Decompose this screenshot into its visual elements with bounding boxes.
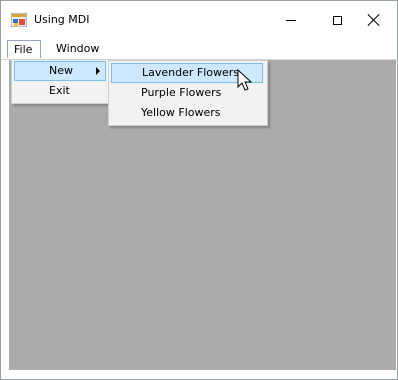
menu-file[interactable]: File bbox=[7, 40, 41, 58]
window-title: Using MDI bbox=[34, 13, 90, 26]
mouse-pointer-icon bbox=[237, 69, 253, 91]
menu-item-yellow-flowers[interactable]: Yellow Flowers bbox=[111, 103, 263, 123]
close-button[interactable] bbox=[351, 1, 397, 39]
close-icon bbox=[368, 14, 380, 26]
submenu-arrow-icon bbox=[96, 67, 100, 75]
menu-item-exit[interactable]: Exit bbox=[14, 81, 106, 101]
menu-bar: File Window bbox=[1, 39, 397, 60]
app-window: Using MDI File Window bbox=[0, 0, 398, 380]
menu-item-new[interactable]: New bbox=[14, 61, 106, 81]
title-bar[interactable]: Using MDI bbox=[1, 1, 397, 39]
file-dropdown-menu: New Exit bbox=[11, 59, 111, 104]
minimize-icon bbox=[286, 19, 296, 21]
application-icon bbox=[11, 13, 27, 27]
minimize-button[interactable] bbox=[268, 1, 314, 39]
menu-item-new-label: New bbox=[49, 64, 73, 77]
maximize-icon bbox=[332, 15, 342, 25]
menu-window[interactable]: Window bbox=[47, 40, 105, 58]
